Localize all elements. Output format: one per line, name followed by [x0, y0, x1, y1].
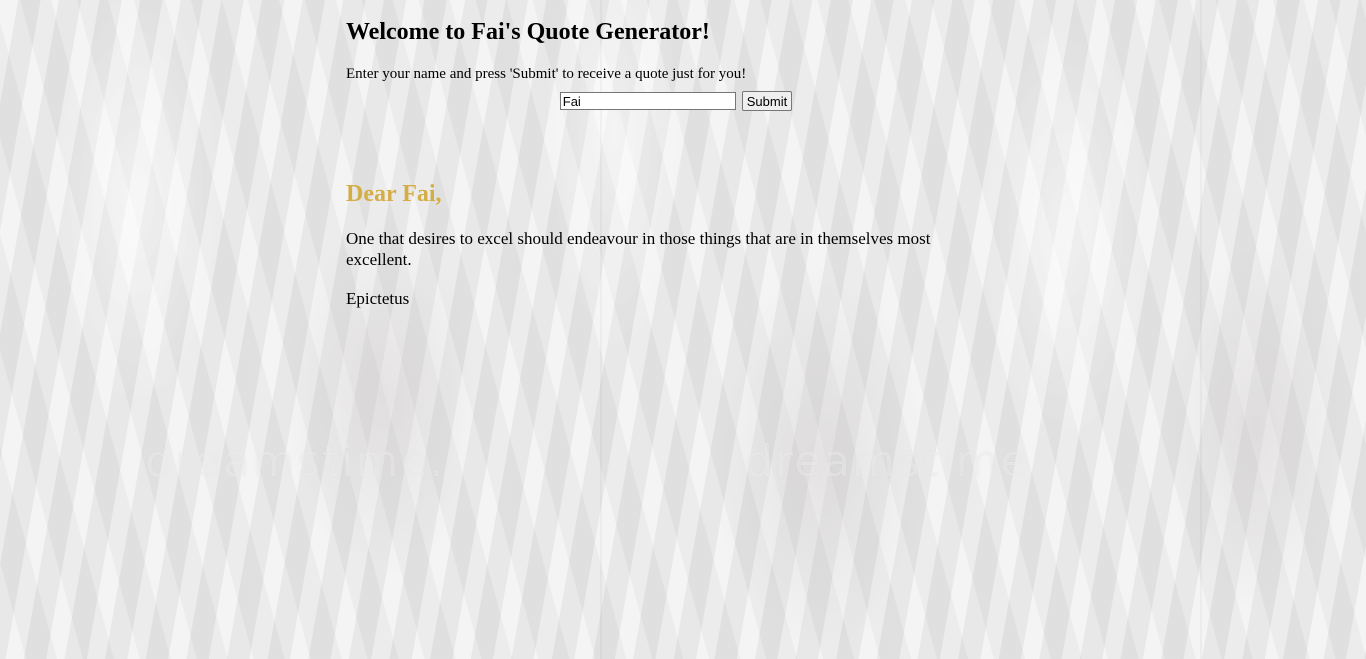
background-watermark: dreamstime.	[145, 436, 446, 487]
quote-author: Epictetus	[346, 289, 410, 308]
name-input[interactable]	[559, 92, 736, 110]
name-form: Submit	[346, 91, 986, 115]
main-content: Welcome to Fai's Quote Generator! Enter …	[346, 0, 986, 309]
submit-button[interactable]: Submit	[741, 91, 793, 111]
instructions-text: Enter your name and press 'Submit' to re…	[346, 66, 747, 82]
page-title: Welcome to Fai's Quote Generator!	[346, 19, 710, 45]
background-watermark: dreamstime.	[745, 436, 1046, 487]
greeting-heading: Dear Fai,	[346, 181, 442, 207]
background-seam	[1200, 0, 1202, 659]
quote-text: One that desires to excel should endeavo…	[346, 229, 931, 269]
